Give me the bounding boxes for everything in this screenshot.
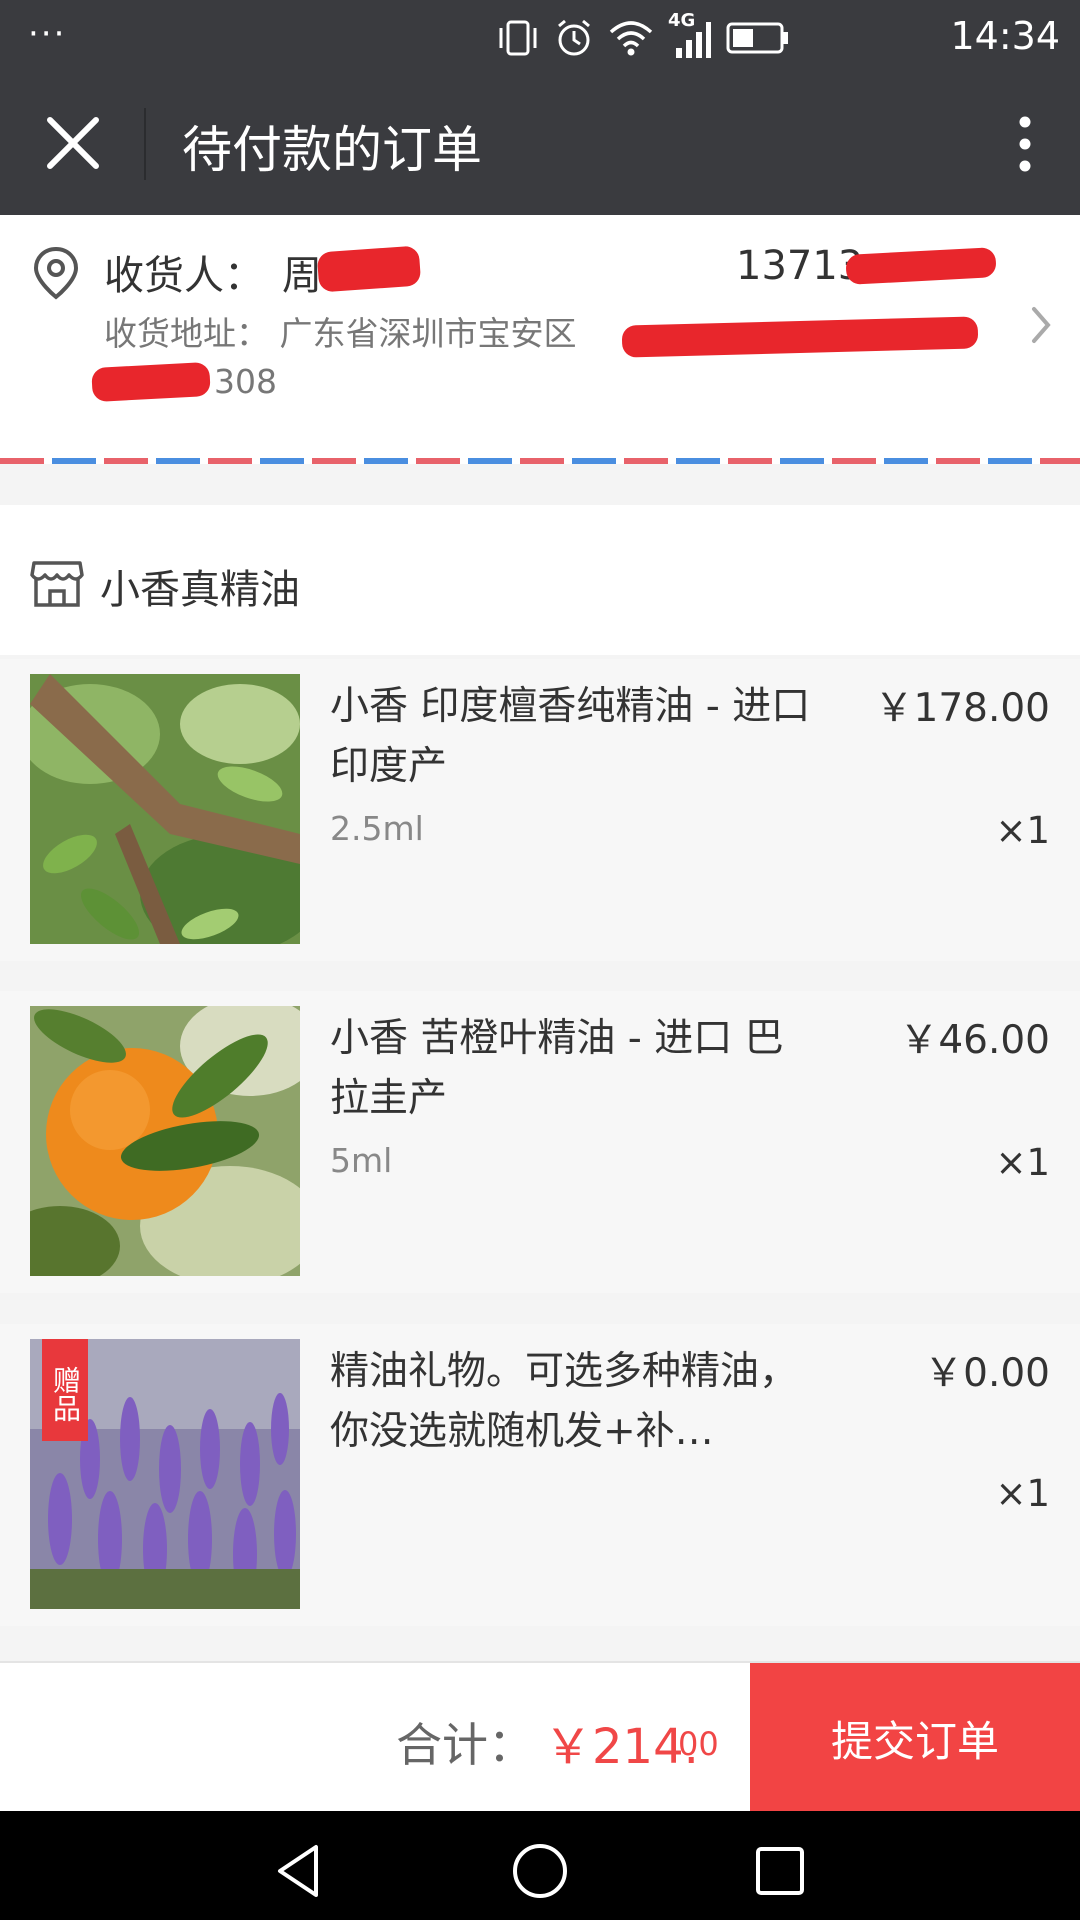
airmail-divider [0,458,1080,464]
vibrate-icon [499,20,537,56]
recents-icon[interactable] [750,1841,810,1901]
product-name: 小香 印度檀香纯精油 - 进口 印度产 [330,684,811,789]
chevron-right-icon [1032,307,1051,343]
title-bar: 待付款的订单 [0,72,1080,215]
product-image [30,674,300,944]
product-spec: 2.5ml [330,809,424,848]
product-image: 赠品 [30,1339,300,1609]
product-quantity: ×1 [995,1141,1050,1184]
status-bar: ··· 4G 14:34 [0,0,1080,72]
product-price: ￥46.00 [899,1018,1050,1063]
order-item[interactable]: 小香 苦橙叶精油 - 进口 巴拉圭产 5ml ￥46.00 ×1 [0,991,1080,1293]
receiver-label: 收货人： [104,253,264,299]
redaction-mark [316,245,422,293]
alarm-icon [558,19,590,56]
submit-order-button[interactable]: 提交订单 [750,1663,1080,1813]
system-nav-bar [0,1811,1080,1920]
address-text-line2: 308 [214,362,277,401]
store-header: 小香真精油 [0,505,1080,655]
product-price: ￥178.00 [874,686,1050,731]
product-price: ￥0.00 [924,1351,1050,1396]
total-label: 合计： [396,1718,534,1772]
product-quantity: ×1 [995,809,1050,852]
total-amount-decimal: 00 [678,1725,719,1763]
product-name: 小香 苦橙叶精油 - 进口 巴拉圭产 [330,1016,784,1121]
order-item[interactable]: 小香 印度檀香纯精油 - 进口 印度产 2.5ml ￥178.00 ×1 [0,659,1080,961]
product-spec: 5ml [330,1141,393,1180]
order-item[interactable]: 赠品 精油礼物。可选多种精油，你没选就随机发+补… ￥0.00 ×1 [0,1324,1080,1626]
wifi-icon [609,21,653,56]
battery-icon [726,22,788,54]
checkout-bar: 合计： ￥214. 00 提交订单 [0,1661,1080,1813]
status-icons: 4G [496,10,790,60]
home-icon[interactable] [510,1841,570,1901]
product-name: 精油礼物。可选多种精油，你没选就随机发+补… [330,1349,799,1454]
title-divider [144,108,146,180]
menu-dots: ··· [28,14,67,54]
shipping-address-card[interactable]: 收货人： 周 13713 收货地址： 广东省深圳市宝安区 308 [0,215,1080,463]
store-icon [30,561,84,607]
close-icon[interactable] [44,114,102,172]
location-pin-icon [33,246,79,300]
back-icon[interactable] [270,1841,330,1901]
redaction-mark [91,361,211,403]
receiver-name: 周 [282,253,322,299]
total-amount: ￥214. [544,1719,699,1775]
signal-icon: 4G [668,10,712,60]
page-title: 待付款的订单 [182,121,482,179]
redaction-mark [845,247,997,285]
product-image [30,1006,300,1276]
more-icon[interactable] [1010,114,1040,174]
clock: 14:34 [950,14,1060,58]
product-quantity: ×1 [995,1472,1050,1515]
gift-badge: 赠品 [42,1339,88,1441]
store-name: 小香真精油 [100,567,300,613]
receiver-phone: 13713 [736,243,864,289]
